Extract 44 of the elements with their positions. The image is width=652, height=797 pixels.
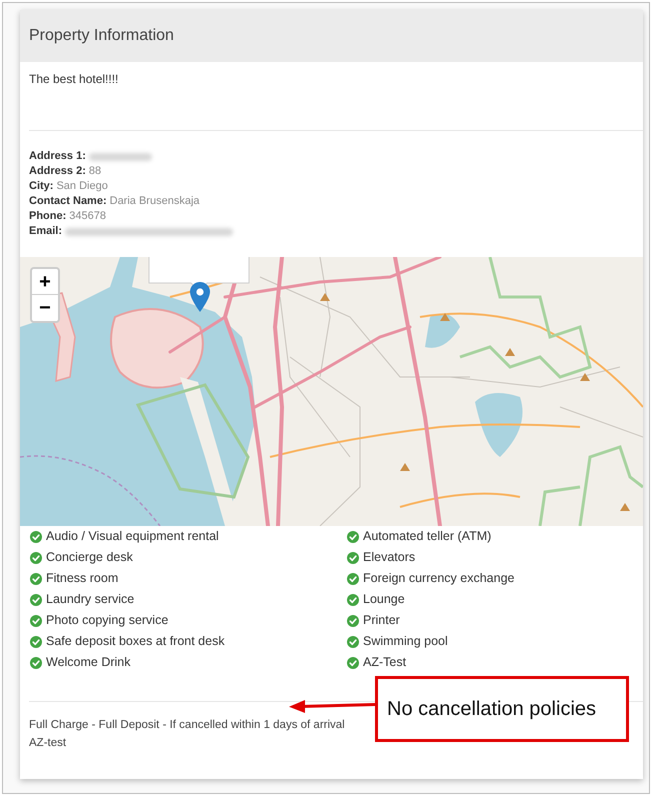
check-circle-icon	[347, 656, 359, 668]
cancellation-policy: Full Charge - Full Deposit - If cancelled within 1 days of arrival	[29, 718, 345, 734]
check-circle-icon	[30, 614, 42, 626]
amenity-label: Automated teller (ATM)	[363, 528, 492, 546]
field-label: Address 2:	[29, 164, 86, 179]
property-description: The best hotel!!!!	[29, 72, 118, 86]
field-value: 88	[88, 164, 102, 179]
check-circle-icon	[347, 614, 359, 626]
amenity-label: Audio / Visual equipment rental	[46, 528, 219, 546]
amenity-label: Swimming pool	[363, 633, 448, 650]
check-circle-icon	[30, 572, 42, 584]
check-circle-icon	[347, 530, 359, 542]
amenity-label: Concierge desk	[46, 549, 133, 566]
field-label: City:	[29, 179, 54, 194]
check-circle-icon	[30, 530, 42, 542]
field-label: Phone:	[29, 209, 66, 224]
field-value: San Diego	[56, 179, 108, 194]
amenity-label: Printer	[363, 612, 400, 630]
check-circle-icon	[30, 636, 42, 648]
check-circle-icon	[347, 594, 359, 606]
check-circle-icon	[30, 656, 42, 668]
map-marker-icon[interactable]	[190, 282, 210, 312]
check-circle-icon	[347, 636, 359, 648]
field-value: 345678	[69, 209, 106, 224]
amenity-label: Laundry service	[46, 591, 134, 608]
amenity-label: Photo copying service	[46, 612, 168, 630]
check-circle-icon	[30, 552, 42, 564]
annotation-text: No cancellation policies	[387, 697, 596, 722]
check-circle-icon	[347, 552, 359, 564]
amenity-label: Fitness room	[46, 570, 118, 588]
field-label: Contact Name:	[29, 194, 107, 209]
amenity-label: Foreign currency exchange	[363, 570, 514, 588]
amenity-label: Lounge	[363, 591, 405, 608]
amenity-label: AZ-Test	[363, 654, 406, 672]
amenity-label: Safe deposit boxes at front desk	[46, 633, 225, 650]
check-circle-icon	[347, 572, 359, 584]
field-label: Email:	[29, 224, 62, 239]
card-title: Property Information	[29, 26, 174, 46]
amenity-label: Elevators	[363, 549, 416, 566]
cancellation-policy: AZ-test	[29, 736, 66, 752]
amenity-label: Welcome Drink	[46, 654, 131, 672]
field-label: Address 1:	[29, 149, 86, 164]
check-circle-icon	[30, 594, 42, 606]
field-value: Daria Brusenskaja	[110, 194, 200, 209]
